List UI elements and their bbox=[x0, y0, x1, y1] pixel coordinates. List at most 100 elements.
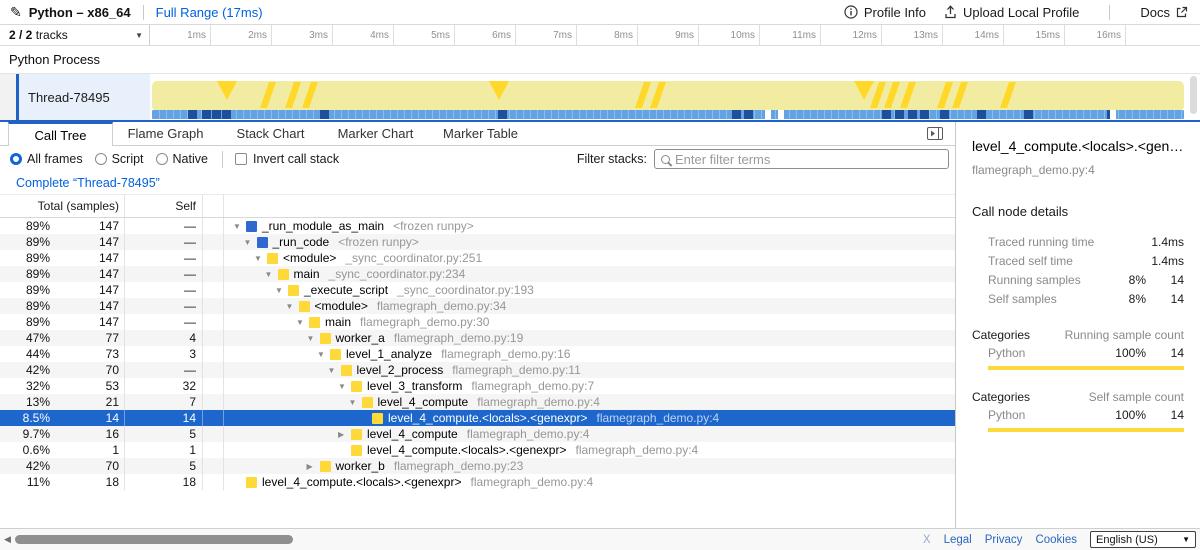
sidebar-detail-row: Self samples8%14 bbox=[972, 289, 1184, 308]
expand-open-icon[interactable]: ▼ bbox=[328, 366, 341, 375]
tab-marker-table[interactable]: Marker Table bbox=[428, 122, 533, 145]
tree-cell: ▶worker_bflamegraph_demo.py:23 bbox=[224, 458, 955, 474]
tab-call-tree[interactable]: Call Tree bbox=[8, 122, 113, 146]
horizontal-scrollbar-thumb[interactable] bbox=[15, 535, 293, 544]
function-location: _sync_coordinator.py:193 bbox=[397, 283, 534, 297]
radio-native[interactable] bbox=[156, 153, 168, 165]
thread-activity-graph[interactable] bbox=[150, 74, 1200, 120]
table-row[interactable]: 11%1818level_4_compute.<locals>.<genexpr… bbox=[0, 474, 955, 490]
expand-open-icon[interactable]: ▼ bbox=[244, 238, 257, 247]
spacer-cell bbox=[203, 218, 224, 234]
expand-closed-icon[interactable]: ▶ bbox=[338, 430, 351, 439]
category-yellow-icon bbox=[351, 429, 362, 440]
thread-track-label[interactable]: Thread-78495 bbox=[19, 74, 150, 120]
table-row[interactable]: 89%147—▼_execute_script_sync_coordinator… bbox=[0, 282, 955, 298]
dismiss-footer-button[interactable]: X bbox=[923, 534, 931, 546]
radio-label-script[interactable]: Script bbox=[112, 152, 144, 166]
table-row[interactable]: 44%733▼level_1_analyzeflamegraph_demo.py… bbox=[0, 346, 955, 362]
expand-open-icon[interactable]: ▼ bbox=[254, 254, 267, 263]
table-row[interactable]: 89%147—▼<module>_sync_coordinator.py:251 bbox=[0, 250, 955, 266]
expand-open-icon[interactable]: ▼ bbox=[233, 222, 246, 231]
expand-open-icon[interactable]: ▼ bbox=[296, 318, 309, 327]
time-ruler[interactable]: 1ms2ms3ms4ms5ms6ms7ms8ms9ms10ms11ms12ms1… bbox=[150, 25, 1200, 45]
full-range-button[interactable]: Full Range (17ms) bbox=[156, 5, 263, 20]
self-cell: 1 bbox=[125, 442, 203, 458]
category-yellow-icon bbox=[246, 477, 257, 488]
table-row[interactable]: 42%70—▼level_2_processflamegraph_demo.py… bbox=[0, 362, 955, 378]
radio-label-all-frames[interactable]: All frames bbox=[27, 152, 83, 166]
expand-open-icon[interactable]: ▼ bbox=[275, 286, 288, 295]
language-select[interactable]: English (US) ▼ bbox=[1090, 531, 1196, 548]
radio-script[interactable] bbox=[95, 153, 107, 165]
tab-marker-chart[interactable]: Marker Chart bbox=[323, 122, 428, 145]
table-row[interactable]: 89%147—▼mainflamegraph_demo.py:30 bbox=[0, 314, 955, 330]
thread-track[interactable]: Thread-78495 bbox=[0, 74, 1200, 120]
category-yellow-icon bbox=[320, 333, 331, 344]
expand-open-icon[interactable]: ▼ bbox=[265, 270, 278, 279]
process-track-header[interactable]: Python Process bbox=[0, 46, 1200, 74]
table-row[interactable]: 8.5%1414level_4_compute.<locals>.<genexp… bbox=[0, 410, 955, 426]
table-row[interactable]: 0.6%11level_4_compute.<locals>.<genexpr>… bbox=[0, 442, 955, 458]
radio-all-frames[interactable] bbox=[10, 153, 22, 165]
invert-call-stack-label[interactable]: Invert call stack bbox=[253, 152, 339, 166]
table-row[interactable]: 47%774▼worker_aflamegraph_demo.py:19 bbox=[0, 330, 955, 346]
scroll-left-arrow-icon[interactable]: ◀ bbox=[4, 534, 11, 545]
category-count-label: Running sample count bbox=[1065, 328, 1184, 342]
category-percent: 100% bbox=[1108, 408, 1146, 422]
table-row[interactable]: 9.7%165▶level_4_computeflamegraph_demo.p… bbox=[0, 426, 955, 442]
edit-profile-name-icon[interactable]: ✎ bbox=[10, 4, 22, 21]
breadcrumb-complete-thread[interactable]: Complete “Thread-78495” bbox=[16, 176, 160, 190]
expand-open-icon[interactable]: ▼ bbox=[307, 334, 320, 343]
upload-profile-button[interactable]: Upload Local Profile bbox=[944, 5, 1079, 20]
total-column-header[interactable]: Total (samples) bbox=[0, 195, 125, 217]
expand-open-icon[interactable]: ▼ bbox=[286, 302, 299, 311]
vertical-scrollbar-thumb[interactable] bbox=[1190, 76, 1197, 114]
radio-label-native[interactable]: Native bbox=[173, 152, 208, 166]
invert-call-stack-checkbox[interactable] bbox=[235, 153, 247, 165]
function-name: level_4_compute.<locals>.<genexpr> bbox=[367, 443, 566, 457]
tree-cell: ▼<module>flamegraph_demo.py:34 bbox=[224, 298, 955, 314]
horizontal-scrollbar[interactable]: ◀ bbox=[0, 529, 955, 550]
expand-closed-icon[interactable]: ▶ bbox=[307, 462, 320, 471]
filter-search-box[interactable] bbox=[654, 149, 949, 169]
tracks-dropdown[interactable]: 2 / 2 tracks ▼ bbox=[0, 25, 150, 45]
detail-percent: 8% bbox=[1108, 273, 1146, 287]
table-row[interactable]: 89%147—▼main_sync_coordinator.py:234 bbox=[0, 266, 955, 282]
self-cell: 4 bbox=[125, 330, 203, 346]
table-row[interactable]: 89%147—▼_run_module_as_main<frozen runpy… bbox=[0, 218, 955, 234]
spacer-column-header bbox=[203, 195, 224, 217]
ruler-tick-label: 14ms bbox=[943, 25, 1004, 45]
self-cell: 7 bbox=[125, 394, 203, 410]
table-row[interactable]: 13%217▼level_4_computeflamegraph_demo.py… bbox=[0, 394, 955, 410]
footer-link-cookies[interactable]: Cookies bbox=[1035, 534, 1077, 546]
category-yellow-icon bbox=[320, 461, 331, 472]
sidebar-toggle-button[interactable] bbox=[927, 127, 943, 140]
tab-flame-graph[interactable]: Flame Graph bbox=[113, 122, 218, 145]
tree-cell: level_4_compute.<locals>.<genexpr>flameg… bbox=[224, 474, 955, 490]
expand-open-icon[interactable]: ▼ bbox=[338, 382, 351, 391]
docs-link[interactable]: Docs bbox=[1140, 5, 1188, 20]
self-column-header[interactable]: Self bbox=[125, 195, 203, 217]
category-yellow-icon bbox=[299, 301, 310, 312]
detail-label: Running samples bbox=[972, 273, 1108, 287]
spacer-cell bbox=[203, 474, 224, 490]
total-cell: 89%147 bbox=[0, 250, 125, 266]
ruler-tick-label: 4ms bbox=[333, 25, 394, 45]
expand-open-icon[interactable]: ▼ bbox=[349, 398, 362, 407]
spacer-cell bbox=[203, 442, 224, 458]
tab-stack-chart[interactable]: Stack Chart bbox=[218, 122, 323, 145]
footer-link-privacy[interactable]: Privacy bbox=[985, 534, 1023, 546]
total-samples: 70 bbox=[50, 459, 124, 473]
filter-input[interactable] bbox=[675, 152, 942, 167]
profile-title[interactable]: Python – x86_64 bbox=[29, 5, 131, 20]
table-row[interactable]: 42%705▶worker_bflamegraph_demo.py:23 bbox=[0, 458, 955, 474]
profile-info-button[interactable]: Profile Info bbox=[844, 5, 926, 20]
table-row[interactable]: 89%147—▼_run_code<frozen runpy> bbox=[0, 234, 955, 250]
function-location: flamegraph_demo.py:11 bbox=[452, 363, 581, 377]
total-percent: 89% bbox=[0, 315, 50, 329]
table-row[interactable]: 89%147—▼<module>flamegraph_demo.py:34 bbox=[0, 298, 955, 314]
table-row[interactable]: 32%5332▼level_3_transformflamegraph_demo… bbox=[0, 378, 955, 394]
total-percent: 89% bbox=[0, 299, 50, 313]
footer-link-legal[interactable]: Legal bbox=[944, 534, 972, 546]
expand-open-icon[interactable]: ▼ bbox=[317, 350, 330, 359]
